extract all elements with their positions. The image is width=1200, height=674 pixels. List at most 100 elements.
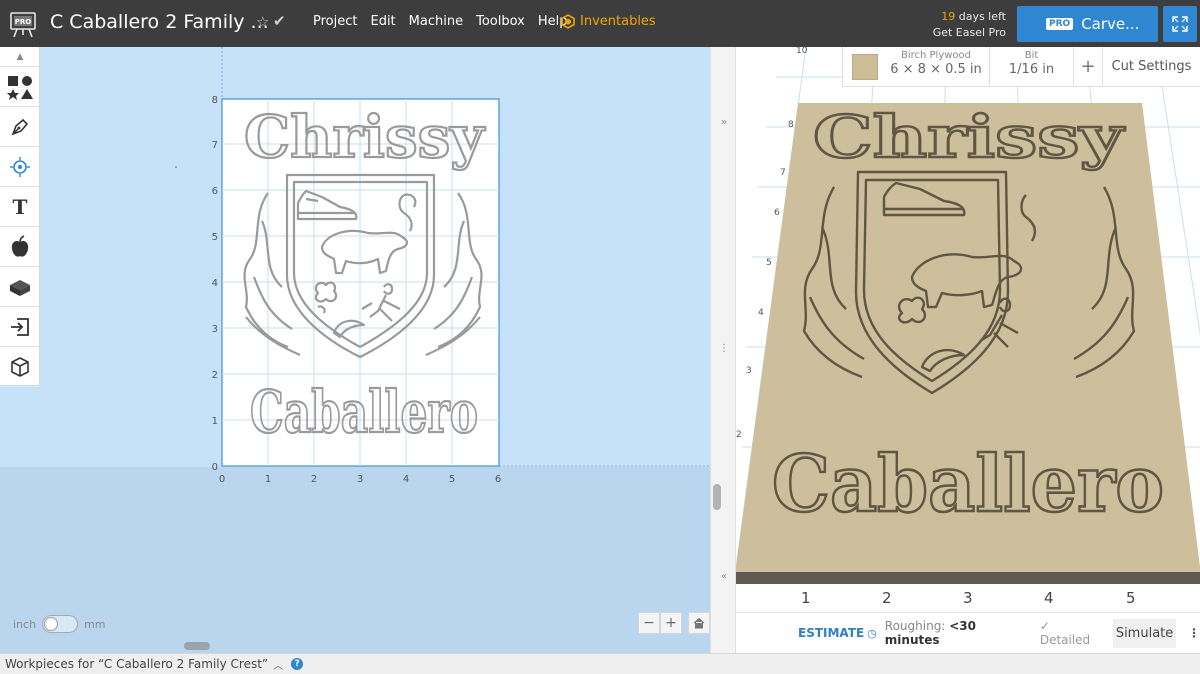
import-tool[interactable] [0,307,40,347]
collapse-toolbar-button[interactable]: ▲ [0,47,40,67]
preview-x-tick: 4 [1044,589,1054,607]
unit-switch[interactable] [42,615,79,633]
cut-settings-button[interactable]: Cut Settings [1103,47,1200,86]
carved-text-top: Chrissy [813,103,1126,171]
trial-info[interactable]: 19 days left Get Easel Pro [920,9,1006,41]
x-tick-label: 1 [265,474,271,485]
unit-inch-label: inch [13,617,37,631]
chevron-up-icon[interactable]: ︿ [273,657,283,672]
project-title[interactable]: C Caballero 2 Family ... [50,11,269,33]
menu-machine[interactable]: Machine [409,14,463,29]
carve-label: Carve... [1081,15,1140,33]
simulate-button[interactable]: Simulate [1113,618,1176,648]
preview-axis-label: 7 [780,168,786,178]
wood-board-edge [736,572,1200,584]
x-tick-label: 6 [495,474,501,485]
inventables-link[interactable]: Inventables [561,14,656,29]
trial-days-suffix: days left [955,10,1006,23]
x-tick-label: 5 [449,474,455,485]
expand-button[interactable] [1163,6,1197,42]
material-settings-bar: Birch Plywood 6 × 8 × 0.5 in Bit 1/16 in… [842,47,1200,87]
horizontal-scrollbar[interactable] [184,642,210,650]
material-swatch[interactable] [852,54,878,80]
zoom-out-button[interactable]: − [638,612,660,634]
preview-axis-label: 3 [746,366,752,376]
home-view-button[interactable] [688,612,710,634]
apple-icon [11,234,29,257]
import-icon [11,317,29,336]
pen-icon [11,118,29,135]
shapes-tool[interactable] [0,67,40,107]
help-icon[interactable]: ? [291,658,304,670]
menu-project[interactable]: Project [313,14,357,29]
unit-toggle[interactable]: inch mm [13,615,106,633]
divider-dots-icon: ⋮ [719,343,729,354]
3d-view-tool[interactable] [0,347,40,387]
trial-days: 19 [941,10,956,23]
logo-text: PRO [15,18,32,26]
pen-tool[interactable] [0,107,40,147]
preview-axis-label: 5 [766,258,772,268]
y-tick-label: 8 [212,95,218,106]
clock-icon: ◷ [867,626,877,640]
y-tick-label: 5 [212,232,218,243]
roughing-label: Roughing: [884,619,946,633]
expand-left-icon[interactable]: « [711,571,737,582]
check-icon: ✓ [1039,619,1050,633]
shapes-icon [7,75,33,100]
design-canvas[interactable]: 0 1 2 3 4 5 6 7 8 0 1 2 3 4 5 6 Chrissy [0,47,710,653]
carve-button[interactable]: PRO Carve... [1017,6,1158,42]
more-options-icon[interactable]: ⋮ [1188,626,1200,640]
inventables-parts-tool[interactable] [0,267,40,307]
workpieces-bar[interactable]: Workpieces for “C Caballero 2 Family Cre… [0,653,1200,674]
preview-axis-label: 10 [796,47,808,56]
preview-x-tick: 5 [1126,589,1136,607]
preview-x-axis: 1 2 3 4 5 [736,589,1200,609]
star-icon[interactable]: ☆ [256,13,269,31]
x-tick-label: 0 [219,474,225,485]
design-svg: 0 1 2 3 4 5 6 7 8 0 1 2 3 4 5 6 Chrissy [175,47,710,485]
main-menu: Project Edit Machine Toolbox Help [306,14,573,29]
design-text-top[interactable]: Chrissy [243,102,487,172]
preview-axis-label: 2 [736,430,742,440]
preview-x-tick: 1 [801,589,811,607]
carved-text-bottom: Caballero [772,439,1164,530]
preview-axis-label: 6 [774,208,780,218]
expand-arrows-icon [1172,16,1188,32]
design-text-bottom[interactable]: Caballero [249,377,479,447]
add-bit-button[interactable]: + [1073,47,1103,86]
easel-logo-icon[interactable]: PRO [8,10,38,38]
get-easel-pro-link[interactable]: Get Easel Pro [920,25,1006,41]
text-tool-icon[interactable]: T [0,187,40,227]
detailed-label: Detailed [1039,633,1091,647]
apps-tool[interactable] [0,227,40,267]
menu-toolbox[interactable]: Toolbox [476,14,525,29]
x-tick-label: 3 [357,474,363,485]
bit-size: 1/16 in [1008,62,1055,77]
crosshair-icon [10,156,30,177]
x-tick-label: 4 [403,474,409,485]
3d-preview[interactable]: 10 8 7 6 5 4 3 2 Chrissy Caballero Birch… [736,47,1200,653]
estimate-label[interactable]: ESTIMATE [798,626,864,640]
preview-svg: 10 8 7 6 5 4 3 2 Chrissy Caballero [736,47,1200,584]
y-tick-label: 0 [212,462,218,473]
menu-edit[interactable]: Edit [370,14,395,29]
workpieces-label[interactable]: Workpieces for “C Caballero 2 Family Cre… [5,657,268,671]
target-tool[interactable] [0,147,40,187]
zoom-controls: − + [638,612,710,634]
detailed-option[interactable]: ✓ Detailed [1040,619,1101,647]
material-selector[interactable]: Birch Plywood 6 × 8 × 0.5 in [883,47,989,86]
saved-check-icon: ✔ [273,12,286,30]
y-tick-label: 2 [212,370,218,381]
zoom-in-button[interactable]: + [660,612,682,634]
panel-divider[interactable]: » ⋮ « [710,47,736,653]
y-tick-label: 1 [212,416,218,427]
y-tick-label: 6 [212,186,218,197]
y-tick-label: 4 [212,278,218,289]
inventables-hex-icon [561,14,575,29]
x-tick-label: 2 [311,474,317,485]
expand-right-icon[interactable]: » [711,117,737,128]
divider-grip[interactable] [713,484,721,510]
bit-selector[interactable]: Bit 1/16 in [989,47,1073,86]
unit-mm-label: mm [84,617,106,631]
